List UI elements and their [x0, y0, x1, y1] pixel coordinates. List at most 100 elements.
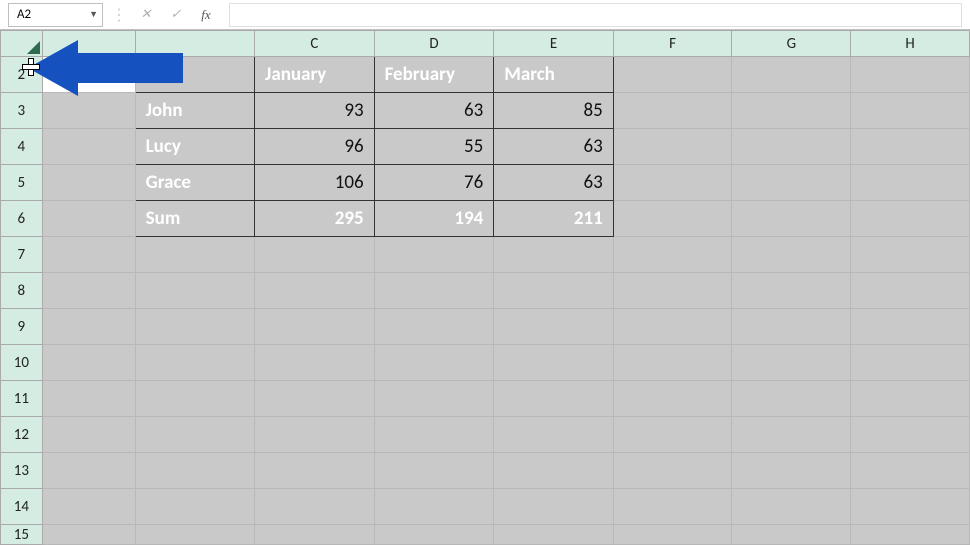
table-sum-label[interactable]: Sum	[135, 201, 254, 237]
table-value[interactable]: 93	[255, 93, 375, 129]
cell[interactable]	[135, 525, 254, 545]
row-header-15[interactable]: 15	[1, 525, 43, 545]
cell[interactable]	[732, 165, 851, 201]
row-header-3[interactable]: 3	[1, 93, 43, 129]
cell[interactable]	[494, 453, 613, 489]
table-value[interactable]: 55	[374, 129, 494, 165]
cell[interactable]	[255, 381, 375, 417]
cell[interactable]	[494, 525, 613, 545]
cell[interactable]	[613, 525, 732, 545]
column-header-e[interactable]: E	[494, 31, 613, 57]
row-header-4[interactable]: 4	[1, 129, 43, 165]
cell[interactable]	[732, 417, 851, 453]
row-header-9[interactable]: 9	[1, 309, 43, 345]
cell[interactable]	[613, 489, 732, 525]
row-header-10[interactable]: 10	[1, 345, 43, 381]
cell[interactable]	[135, 57, 254, 93]
cell[interactable]	[135, 381, 254, 417]
cell[interactable]	[613, 417, 732, 453]
cell[interactable]	[851, 453, 970, 489]
row-header-6[interactable]: 6	[1, 201, 43, 237]
formula-input[interactable]	[229, 3, 962, 27]
table-value[interactable]: 106	[255, 165, 375, 201]
cell[interactable]	[494, 381, 613, 417]
cell[interactable]	[851, 489, 970, 525]
column-header-b[interactable]	[135, 31, 254, 57]
cell[interactable]	[42, 165, 135, 201]
row-header-11[interactable]: 11	[1, 381, 43, 417]
row-header-12[interactable]: 12	[1, 417, 43, 453]
table-sum-value[interactable]: 295	[255, 201, 375, 237]
cell[interactable]	[42, 453, 135, 489]
cell[interactable]	[732, 309, 851, 345]
cell[interactable]	[851, 309, 970, 345]
cell[interactable]	[135, 417, 254, 453]
cell[interactable]	[255, 237, 375, 273]
table-header-month[interactable]: February	[374, 57, 494, 93]
cell[interactable]	[613, 201, 732, 237]
cell[interactable]	[732, 453, 851, 489]
cell[interactable]	[851, 381, 970, 417]
table-sum-value[interactable]: 211	[494, 201, 613, 237]
cell[interactable]	[255, 345, 375, 381]
table-value[interactable]: 63	[374, 93, 494, 129]
cell[interactable]	[613, 129, 732, 165]
cell[interactable]	[613, 93, 732, 129]
cell[interactable]	[374, 417, 494, 453]
cell[interactable]	[851, 345, 970, 381]
cell[interactable]	[374, 237, 494, 273]
select-all-corner[interactable]	[1, 31, 43, 57]
cell[interactable]	[851, 129, 970, 165]
cell[interactable]	[374, 309, 494, 345]
cell[interactable]	[851, 525, 970, 545]
cell[interactable]	[732, 381, 851, 417]
table-sum-value[interactable]: 194	[374, 201, 494, 237]
row-header-8[interactable]: 8	[1, 273, 43, 309]
cell[interactable]	[851, 201, 970, 237]
cell[interactable]	[374, 345, 494, 381]
cell[interactable]	[494, 417, 613, 453]
cell[interactable]	[851, 165, 970, 201]
cell[interactable]	[613, 165, 732, 201]
cell[interactable]	[255, 309, 375, 345]
cell[interactable]	[732, 201, 851, 237]
table-value[interactable]: 96	[255, 129, 375, 165]
cell[interactable]	[255, 417, 375, 453]
table-value[interactable]: 85	[494, 93, 613, 129]
cell[interactable]	[135, 345, 254, 381]
table-value[interactable]: 76	[374, 165, 494, 201]
cell[interactable]	[42, 309, 135, 345]
cell[interactable]	[732, 489, 851, 525]
cell[interactable]	[135, 237, 254, 273]
table-value[interactable]: 63	[494, 165, 613, 201]
cell[interactable]	[494, 309, 613, 345]
cell[interactable]	[374, 525, 494, 545]
cell[interactable]	[732, 237, 851, 273]
cell[interactable]	[135, 453, 254, 489]
cell[interactable]	[374, 489, 494, 525]
cell[interactable]	[613, 309, 732, 345]
name-box[interactable]: A2 ▼	[8, 3, 103, 27]
cell[interactable]	[42, 345, 135, 381]
cell[interactable]	[613, 345, 732, 381]
column-header-c[interactable]: C	[255, 31, 375, 57]
spreadsheet-grid[interactable]: C D E F G H 2 January February March 3 J…	[0, 30, 970, 545]
cell[interactable]	[851, 273, 970, 309]
cell[interactable]	[42, 57, 135, 93]
cell[interactable]	[732, 93, 851, 129]
column-header-a[interactable]	[42, 31, 135, 57]
table-row-label[interactable]: John	[135, 93, 254, 129]
cell[interactable]	[255, 489, 375, 525]
cell[interactable]	[732, 129, 851, 165]
cell[interactable]	[851, 237, 970, 273]
cell[interactable]	[42, 273, 135, 309]
cell[interactable]	[135, 309, 254, 345]
cell[interactable]	[494, 345, 613, 381]
table-row-label[interactable]: Lucy	[135, 129, 254, 165]
row-header-13[interactable]: 13	[1, 453, 43, 489]
cell[interactable]	[135, 489, 254, 525]
row-header-2[interactable]: 2	[1, 57, 43, 93]
fx-icon[interactable]: fx	[195, 4, 217, 26]
cell[interactable]	[135, 273, 254, 309]
cell[interactable]	[374, 453, 494, 489]
